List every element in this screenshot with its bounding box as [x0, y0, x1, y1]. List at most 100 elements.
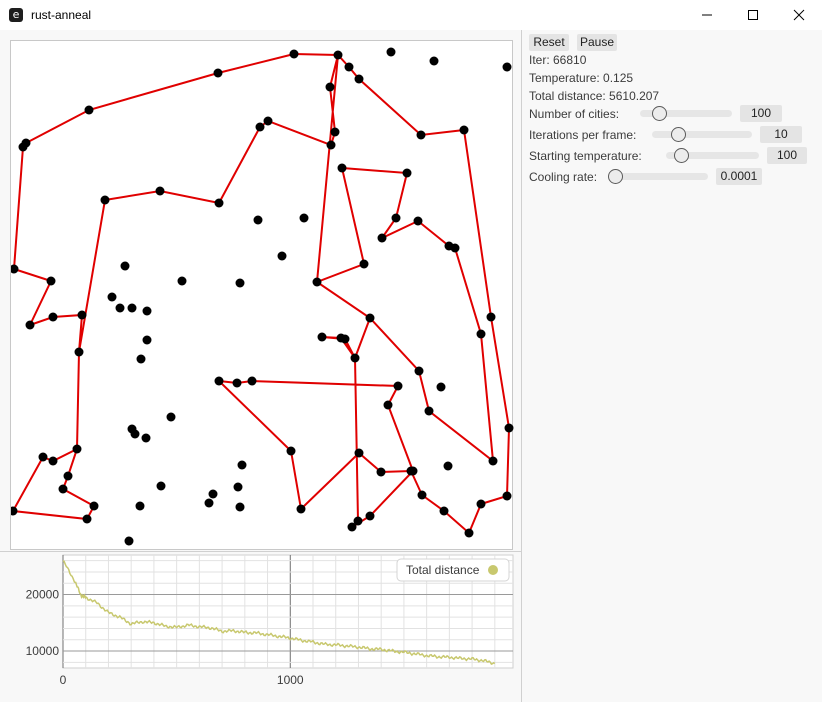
distance-chart-panel: 0 1000 10000 20000 Total distance: [0, 551, 521, 702]
city-point: [486, 312, 496, 322]
chart-legend[interactable]: Total distance: [396, 558, 510, 582]
start-temp-value[interactable]: 100: [767, 147, 807, 164]
city-point: [237, 460, 247, 470]
city-point: [416, 130, 426, 140]
start-temp-label: Starting temperature:: [529, 149, 642, 163]
city-point: [350, 353, 360, 363]
city-point: [296, 504, 306, 514]
city-point: [402, 168, 412, 178]
num-cities-slider[interactable]: [640, 106, 732, 121]
city-point: [414, 366, 424, 376]
iterations-slider-knob[interactable]: [670, 127, 686, 142]
city-point: [48, 456, 58, 466]
city-point: [429, 56, 439, 66]
city-point: [277, 251, 287, 261]
city-point: [74, 347, 84, 357]
city-point: [155, 186, 165, 196]
city-point: [344, 62, 354, 72]
num-cities-value[interactable]: 100: [740, 105, 782, 122]
city-point: [58, 484, 68, 494]
city-point: [393, 381, 403, 391]
close-button[interactable]: [776, 0, 822, 30]
city-point: [8, 506, 18, 516]
city-point: [214, 198, 224, 208]
city-point: [208, 489, 218, 499]
city-point: [9, 264, 19, 274]
city-point: [115, 303, 125, 313]
pause-button[interactable]: Pause: [577, 34, 617, 51]
city-point: [142, 335, 152, 345]
city-point: [166, 412, 176, 422]
temperature-readout: Temperature: 0.125: [529, 71, 634, 85]
minimize-button[interactable]: [684, 0, 730, 30]
city-point: [386, 47, 396, 57]
city-point: [336, 333, 346, 343]
start-temp-slider-knob[interactable]: [673, 148, 689, 163]
city-point: [235, 502, 245, 512]
city-point: [213, 68, 223, 78]
city-point: [365, 313, 375, 323]
city-point: [354, 74, 364, 84]
city-point: [142, 306, 152, 316]
city-point: [21, 138, 31, 148]
city-point: [124, 536, 134, 546]
city-point: [25, 320, 35, 330]
x-tick-label: 1000: [277, 673, 304, 687]
total-distance-readout: Total distance: 5610.207: [529, 89, 660, 103]
close-icon: [793, 9, 805, 21]
city-point: [120, 261, 130, 271]
city-point: [135, 501, 145, 511]
city-point: [488, 456, 498, 466]
cooling-rate-value[interactable]: 0.0001: [716, 168, 762, 185]
city-point: [459, 125, 469, 135]
city-point: [337, 163, 347, 173]
city-point: [325, 82, 335, 92]
city-point: [450, 243, 460, 253]
city-point: [312, 277, 322, 287]
city-point: [63, 471, 73, 481]
city-point: [84, 105, 94, 115]
city-point: [156, 481, 166, 491]
start-temp-slider[interactable]: [666, 148, 759, 163]
reset-button[interactable]: Reset: [529, 34, 569, 51]
legend-label: Total distance: [406, 563, 480, 577]
city-point: [72, 444, 82, 454]
city-point: [383, 400, 393, 410]
city-point: [89, 501, 99, 511]
city-point: [504, 423, 514, 433]
y-tick-label: 10000: [26, 644, 60, 658]
city-point: [413, 216, 423, 226]
city-point: [82, 514, 92, 524]
iterations-value[interactable]: 10: [760, 126, 802, 143]
city-point: [127, 303, 137, 313]
city-point: [417, 490, 427, 500]
maximize-button[interactable]: [730, 0, 776, 30]
maximize-icon: [748, 10, 758, 20]
city-point: [253, 215, 263, 225]
city-point: [233, 482, 243, 492]
city-point: [214, 376, 224, 386]
cooling-rate-slider-knob[interactable]: [608, 169, 623, 184]
city-point: [354, 448, 364, 458]
city-point: [255, 122, 265, 132]
city-point: [317, 332, 327, 342]
city-point: [48, 312, 58, 322]
city-point: [424, 406, 434, 416]
city-point: [177, 276, 187, 286]
iterations-slider[interactable]: [652, 127, 752, 142]
num-cities-label: Number of cities:: [529, 107, 620, 121]
cooling-rate-slider[interactable]: [608, 169, 708, 184]
city-point: [77, 310, 87, 320]
city-point: [263, 116, 273, 126]
city-point: [38, 452, 48, 462]
city-point: [476, 329, 486, 339]
city-point: [391, 213, 401, 223]
city-point: [376, 467, 386, 477]
city-point: [408, 466, 418, 476]
city-point: [502, 491, 512, 501]
city-point: [326, 140, 336, 150]
city-point: [247, 376, 257, 386]
city-point: [476, 499, 486, 509]
tour-plot-panel: [8, 40, 514, 550]
city-point: [464, 528, 474, 538]
